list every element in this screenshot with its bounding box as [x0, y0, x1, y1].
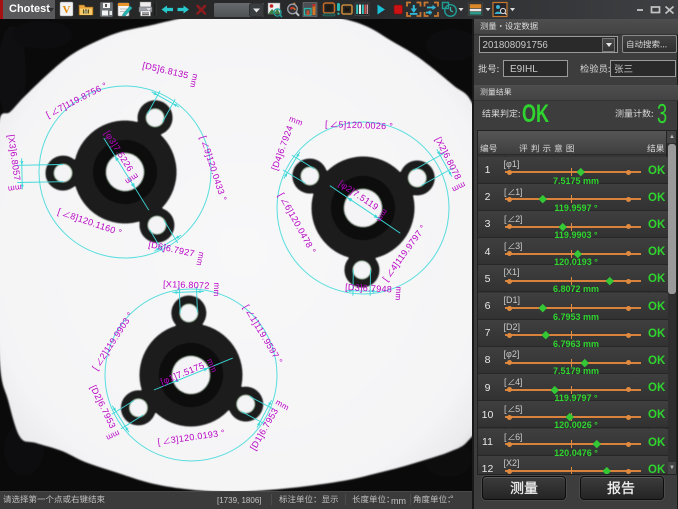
svg-text:[: [	[504, 404, 507, 414]
svg-text:[: [	[504, 214, 507, 224]
svg-text:[: [	[504, 187, 507, 197]
svg-text:]: ]	[519, 187, 522, 197]
svg-text:]: ]	[519, 214, 522, 224]
svg-text:[: [	[504, 432, 507, 442]
svg-text:]: ]	[519, 404, 522, 414]
svg-text:V: V	[63, 4, 71, 16]
svg-text:[: [	[325, 119, 328, 129]
svg-text:5]120.0026 °: 5]120.0026 °	[338, 119, 393, 131]
svg-text:[X1]6.8072: [X1]6.8072	[163, 279, 210, 291]
svg-text:M: M	[84, 9, 88, 15]
svg-text:[: [	[504, 377, 507, 387]
svg-text:mm: mm	[212, 282, 221, 296]
svg-text:[: [	[504, 241, 507, 251]
svg-text:]: ]	[519, 377, 522, 387]
svg-text:]: ]	[519, 241, 522, 251]
svg-text:]: ]	[519, 432, 522, 442]
svg-text:mm: mm	[394, 286, 404, 301]
